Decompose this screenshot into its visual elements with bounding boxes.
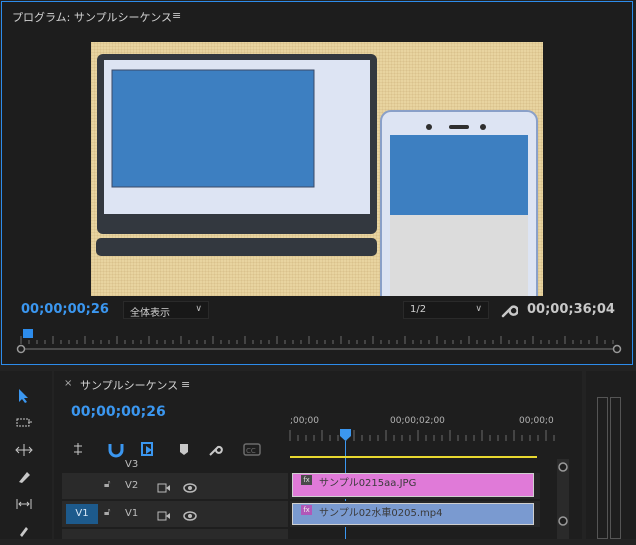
ripple-edit-tool-icon[interactable] <box>12 442 36 464</box>
settings-wrench-icon[interactable] <box>500 301 519 319</box>
timeline-vertical-scrollbar[interactable] <box>557 459 569 539</box>
zoom-level-dropdown[interactable]: 全体表示 ∨ <box>123 301 209 319</box>
track-header-v3[interactable]: V3 <box>62 458 288 472</box>
track-lock-icon[interactable]: 🔓︎ <box>104 507 110 518</box>
track-header-v2[interactable]: 🔓︎ V2 <box>62 473 288 499</box>
program-panel-title[interactable]: プログラム: サンプルシーケンス <box>12 9 172 25</box>
program-current-timecode[interactable]: 00;00;00;26 <box>21 302 109 317</box>
selection-tool-icon[interactable] <box>12 388 36 410</box>
fx-badge: fx <box>301 505 312 515</box>
program-time-ruler[interactable] <box>16 325 622 357</box>
track-name-v3: V3 <box>125 459 139 470</box>
playback-resolution-value: 1/2 <box>410 304 427 315</box>
zoom-level-value: 全体表示 <box>130 308 170 319</box>
timeline-toolbar: CC <box>72 440 268 458</box>
toggle-output-eye-icon[interactable] <box>183 507 197 526</box>
laptop-illustration <box>96 54 377 256</box>
audio-meter-right <box>610 397 621 539</box>
timeline-settings-wrench-icon <box>209 445 223 456</box>
smartphone-illustration <box>380 110 538 296</box>
sequence-tab-close-icon[interactable]: × <box>64 378 72 389</box>
sync-lock-icon[interactable] <box>157 479 171 498</box>
track-name-v1: V1 <box>125 508 139 519</box>
clip-v1[interactable]: fx サンプル02水車0205.mp4 <box>292 503 534 525</box>
nest-sequence-icon <box>74 443 82 455</box>
source-patch-v1[interactable]: V1 <box>66 504 98 524</box>
captions-icon: CC <box>243 443 261 456</box>
track-select-tool-icon[interactable] <box>12 415 36 437</box>
toggle-output-eye-icon[interactable] <box>183 479 197 498</box>
program-duration-timecode: 00;00;36;04 <box>527 302 615 317</box>
track-lock-icon[interactable]: 🔓︎ <box>104 479 110 490</box>
snap-magnet-icon <box>108 444 124 458</box>
ruler-label-2s: 00;00;02;00 <box>390 416 445 426</box>
linked-selection-icon <box>141 442 153 456</box>
chevron-down-icon: ∨ <box>195 304 202 314</box>
clip-v2[interactable]: fx サンプル0215aa.JPG <box>292 473 534 497</box>
work-area-bar[interactable] <box>290 456 537 458</box>
sequence-tab-menu-icon[interactable]: ≡ <box>181 378 190 391</box>
tools-panel <box>0 371 52 539</box>
track-header-v1[interactable]: V1 🔓︎ V1 <box>62 501 288 527</box>
svg-text:CC: CC <box>246 447 256 455</box>
add-marker-icon <box>180 444 188 455</box>
ruler-label-end: 00;00;0 <box>519 416 554 426</box>
playback-resolution-dropdown[interactable]: 1/2 ∨ <box>403 301 489 319</box>
fx-badge: fx <box>301 475 312 485</box>
ruler-label-start: ;00;00 <box>290 416 319 426</box>
sync-lock-icon[interactable] <box>157 507 171 526</box>
program-playhead <box>23 329 33 338</box>
track-name-v2: V2 <box>125 480 139 491</box>
clip-name: サンプル02水車0205.mp4 <box>319 508 443 519</box>
chevron-down-icon: ∨ <box>475 304 482 314</box>
timeline-time-ruler[interactable] <box>289 428 557 444</box>
audio-meter-left <box>597 397 608 539</box>
timeline-timecode[interactable]: 00;00;00;26 <box>71 404 166 420</box>
sequence-tab[interactable]: サンプルシーケンス <box>80 377 178 393</box>
track-header-a1[interactable] <box>62 529 288 539</box>
program-video-frame <box>91 42 543 296</box>
audio-meter-panel <box>586 371 636 539</box>
razor-tool-icon[interactable] <box>12 469 36 491</box>
slip-tool-icon[interactable] <box>12 496 36 518</box>
video-illustration <box>96 54 538 296</box>
clip-name: サンプル0215aa.JPG <box>319 478 417 489</box>
pen-tool-icon[interactable] <box>12 523 36 545</box>
program-panel-menu-icon[interactable]: ≡ <box>172 9 181 22</box>
